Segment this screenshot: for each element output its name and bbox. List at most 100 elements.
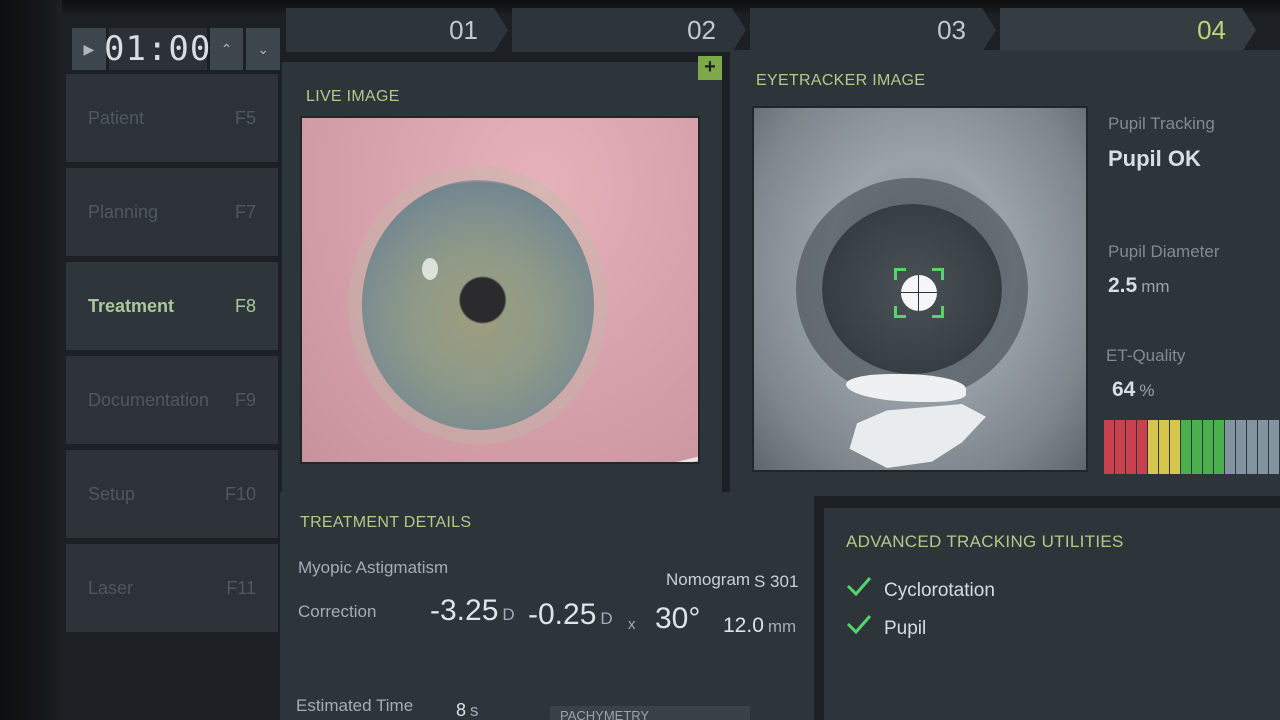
sidebar-item-label: Documentation — [88, 389, 210, 410]
quality-segment — [1115, 420, 1126, 474]
step-tab-03[interactable]: 03 — [750, 8, 996, 52]
quality-segment — [1247, 420, 1258, 474]
tracking-bracket — [894, 268, 906, 280]
et-quality-meter — [1104, 420, 1280, 474]
sidebar-item-label: Setup — [88, 483, 136, 504]
quality-segment — [1192, 420, 1203, 474]
sphere-unit: D — [502, 605, 515, 624]
pupil-tracking-value: Pupil OK — [1108, 146, 1201, 171]
step-label: 01 — [449, 15, 478, 45]
step-tab-01[interactable]: 01 — [286, 8, 508, 52]
cyclorotation-label: Cyclorotation — [884, 580, 995, 601]
treatment-details-title: TREATMENT DETAILS — [300, 514, 472, 531]
step-tab-04[interactable]: 04 — [1000, 8, 1256, 52]
sphere-value: -3.25 D — [430, 594, 515, 628]
pupil-diameter-unit: mm — [1141, 277, 1170, 296]
advanced-tracking-title: ADVANCED TRACKING UTILITIES — [846, 532, 1124, 551]
cylinder-value: -0.25 D — [528, 598, 613, 632]
sidebar-item-label: Planning — [88, 201, 159, 222]
axis-value: 30° — [655, 602, 701, 635]
pachymetry-tab[interactable]: PACHYMETRY — [550, 706, 750, 720]
check-icon — [846, 577, 872, 596]
sidebar-item-treatment[interactable]: Treatment F8 — [66, 262, 278, 350]
quality-segment — [1159, 420, 1170, 474]
et-quality-number: 64 — [1112, 378, 1136, 401]
play-icon: ▶ — [83, 40, 95, 57]
sphere-number: -3.25 — [430, 594, 499, 627]
axis-separator: x — [628, 616, 636, 633]
eye-iris — [362, 180, 594, 430]
tracking-bracket — [894, 306, 906, 318]
sidebar-item-planning[interactable]: Planning F7 — [66, 168, 278, 256]
timer-increase-button[interactable]: ⌃ — [209, 28, 244, 70]
step-label: 02 — [687, 15, 716, 45]
sidebar-item-label: Laser — [88, 577, 134, 598]
crosshair-vertical — [918, 275, 919, 311]
sidebar-item-shortcut: F11 — [226, 577, 256, 598]
optical-zone-value: 12.0 mm — [723, 614, 796, 638]
timer-bar: ▶ 01:00 ⌃ ⌄ — [72, 28, 281, 70]
quality-segment — [1203, 420, 1214, 474]
sidebar-item-label: Patient — [88, 107, 145, 128]
tracking-bracket — [932, 306, 944, 318]
pupil-diameter-label: Pupil Diameter — [1108, 242, 1220, 261]
quality-segment — [1104, 420, 1115, 474]
sidebar: Patient F5 Planning F7 Treatment F8 Docu… — [66, 74, 278, 638]
step-tab-02[interactable]: 02 — [512, 8, 746, 52]
estimated-time-unit: s — [470, 701, 479, 720]
sidebar-item-shortcut: F7 — [234, 201, 256, 222]
quality-segment — [1137, 420, 1148, 474]
eyetracker-title: EYETRACKER IMAGE — [756, 72, 926, 89]
live-image-title: LIVE IMAGE — [306, 88, 400, 105]
pupil-tracking-option-label: Pupil — [884, 618, 927, 639]
quality-segment — [1181, 420, 1192, 474]
step-navigation: 01 02 03 04 — [286, 8, 1280, 52]
nomogram-label: Nomogram — [666, 570, 751, 589]
diagnosis-text: Myopic Astigmatism — [298, 558, 449, 577]
estimated-time-value: 8s — [456, 700, 479, 720]
estimated-time-number: 8 — [456, 700, 467, 720]
crosshair-horizontal — [901, 292, 937, 293]
nomogram-value: S 301 — [754, 572, 799, 591]
correction-label: Correction — [298, 602, 377, 621]
tracking-bracket — [932, 268, 944, 280]
cylinder-number: -0.25 — [528, 598, 597, 631]
sidebar-item-patient[interactable]: Patient F5 — [66, 74, 278, 162]
eye-reflection — [849, 404, 986, 468]
device-screen: ▶ 01:00 ⌃ ⌄ 01 02 03 04 Patient F5 Plann… — [0, 0, 1280, 720]
quality-segment — [1225, 420, 1236, 474]
step-label: 03 — [937, 15, 966, 45]
check-icon — [846, 615, 872, 634]
quality-segment — [1126, 420, 1137, 474]
quality-segment — [1269, 420, 1280, 474]
chevron-up-icon: ⌃ — [220, 40, 233, 57]
surgical-instrument — [471, 450, 698, 462]
eye-reflection — [846, 374, 966, 402]
sidebar-item-setup[interactable]: Setup F10 — [66, 450, 278, 538]
plus-icon[interactable]: + — [698, 56, 722, 80]
sidebar-item-shortcut: F9 — [234, 389, 256, 410]
sidebar-item-documentation[interactable]: Documentation F9 — [66, 356, 278, 444]
eye-reflection — [422, 258, 438, 280]
et-quality-label: ET-Quality — [1106, 346, 1186, 365]
sidebar-item-shortcut: F10 — [224, 483, 256, 504]
step-label: 04 — [1197, 15, 1226, 45]
sidebar-item-shortcut: F8 — [234, 295, 256, 316]
pupil-diameter-value: 2.5 mm — [1108, 274, 1170, 298]
monitor-bezel-left — [0, 0, 62, 720]
optical-zone-unit: mm — [767, 617, 797, 636]
quality-segment — [1214, 420, 1225, 474]
pupil-tracking-label: Pupil Tracking — [1108, 114, 1215, 133]
timer-decrease-button[interactable]: ⌄ — [246, 28, 281, 70]
sidebar-item-laser[interactable]: Laser F11 — [66, 544, 278, 632]
estimated-time-label: Estimated Time — [296, 696, 414, 715]
quality-segment — [1148, 420, 1159, 474]
pupil-diameter-number: 2.5 — [1108, 274, 1138, 297]
optical-zone-number: 12.0 — [723, 614, 764, 637]
quality-segment — [1236, 420, 1247, 474]
quality-segment — [1258, 420, 1269, 474]
play-button[interactable]: ▶ — [72, 28, 106, 70]
et-quality-value: 64% — [1112, 378, 1154, 402]
quality-segment — [1170, 420, 1181, 474]
cylinder-unit: D — [600, 609, 613, 628]
